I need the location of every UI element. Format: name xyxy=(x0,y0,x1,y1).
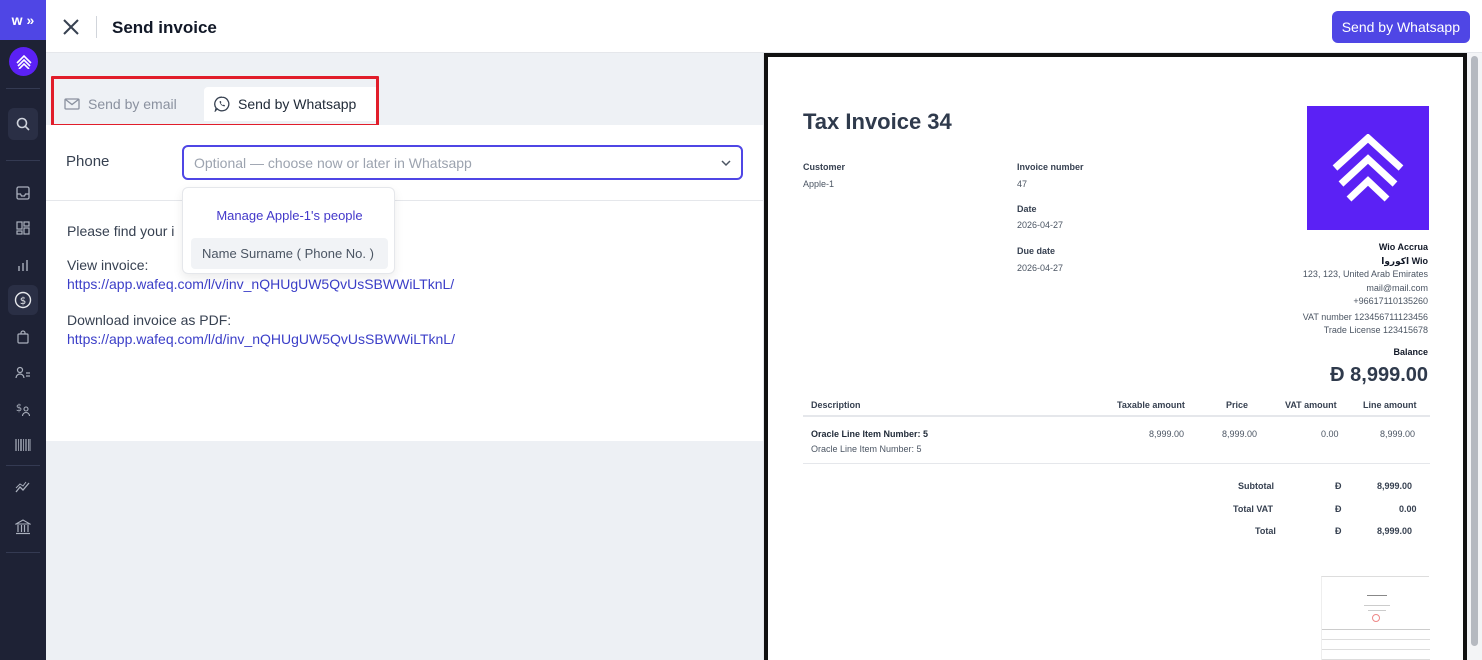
chart-icon[interactable] xyxy=(13,255,33,275)
total-vat-label: Total VAT xyxy=(1233,504,1273,514)
company-license: Trade License 123415678 xyxy=(1323,325,1428,335)
company-logo xyxy=(1307,106,1429,230)
phone-form: Phone Optional — choose now or later in … xyxy=(46,125,763,201)
total-label: Total xyxy=(1255,526,1276,536)
search-icon[interactable] xyxy=(8,108,38,140)
due-date-value: 2026-04-27 xyxy=(1017,263,1064,273)
compose-pane: Send by email Send by Whatsapp Phone Opt… xyxy=(46,53,763,660)
close-icon[interactable] xyxy=(60,16,82,38)
tab-send-by-email[interactable]: Send by email xyxy=(54,87,187,121)
company-avatar[interactable] xyxy=(9,47,38,76)
invoice-number-value: 47 xyxy=(1017,179,1028,189)
invoice-preview: Tax Invoice 34 Customer Apple-1 Invoice … xyxy=(764,53,1467,660)
barcode-icon[interactable] xyxy=(13,435,33,455)
expand-icon: » xyxy=(26,12,35,28)
rail-divider xyxy=(6,465,40,466)
phone-placeholder: Optional — choose now or later in Whatsa… xyxy=(194,155,472,171)
view-invoice-label: View invoice: xyxy=(67,257,149,273)
phone-option[interactable]: Name Surname ( Phone No. ) xyxy=(191,238,388,269)
currency-symbol: Ð xyxy=(1335,526,1342,536)
customer-value: Apple-1 xyxy=(803,179,835,189)
company-logo-icon xyxy=(15,54,32,69)
brand-mark: w xyxy=(11,12,23,28)
column-header: Price xyxy=(1226,400,1249,410)
preview-scrollbar-thumb[interactable] xyxy=(1471,56,1478,646)
company-address: 123, 123, United Arab Emirates xyxy=(1302,269,1428,279)
currency-symbol: Ð xyxy=(1335,504,1342,514)
svg-text:$: $ xyxy=(20,296,26,307)
send-by-whatsapp-button[interactable]: Send by Whatsapp xyxy=(1331,11,1470,43)
message-body[interactable]: Please find your i View invoice: https:/… xyxy=(46,201,763,441)
column-header: Taxable amount xyxy=(1117,400,1185,410)
mail-icon xyxy=(64,98,80,110)
column-header: VAT amount xyxy=(1285,400,1337,410)
tab-send-by-whatsapp[interactable]: Send by Whatsapp xyxy=(204,87,379,121)
manage-people-link[interactable]: Manage Apple-1's people xyxy=(183,208,396,223)
attachment-thumbnail xyxy=(1321,576,1430,660)
phone-dropdown-menu: Manage Apple-1's people Name Surname ( P… xyxy=(182,187,395,274)
company-name-arabic: اكوروا Wio xyxy=(1381,255,1428,266)
bag-icon[interactable] xyxy=(13,327,33,347)
tab-email-label: Send by email xyxy=(88,96,177,112)
page-header: Send invoice Send by Whatsapp xyxy=(46,0,1482,53)
payroll-icon[interactable]: $ xyxy=(13,399,33,419)
dashboard-icon[interactable] xyxy=(13,218,33,238)
tab-whatsapp-label: Send by Whatsapp xyxy=(238,96,357,112)
send-method-tabs: Send by email Send by Whatsapp xyxy=(46,53,763,127)
header-divider xyxy=(96,16,97,38)
workspace-switcher[interactable]: w » xyxy=(0,0,46,40)
subtotal-value: 8,999.00 xyxy=(1377,481,1413,491)
currency-symbol: Ð xyxy=(1335,481,1342,491)
company-phone: +96617110135260 xyxy=(1353,296,1428,306)
line-taxable-amount: 8,999.00 xyxy=(1149,429,1185,439)
company-email: mail@mail.com xyxy=(1366,282,1428,293)
line-item-name: Oracle Line Item Number: 5 xyxy=(811,429,929,439)
money-icon[interactable]: $ xyxy=(8,285,38,315)
invoice-title: Tax Invoice 34 xyxy=(803,109,952,134)
download-invoice-label: Download invoice as PDF: xyxy=(67,312,232,328)
download-invoice-link[interactable]: https://app.wafeq.com/l/d/inv_nQHUgUW5Qv… xyxy=(67,331,455,347)
phone-label: Phone xyxy=(66,153,110,170)
company-name: Wio Accrua xyxy=(1378,242,1428,252)
due-date-label: Due date xyxy=(1017,246,1056,256)
rail-divider xyxy=(6,160,40,161)
svg-text:$: $ xyxy=(16,403,22,414)
line-item-description: Oracle Line Item Number: 5 xyxy=(811,444,922,454)
invoice-number-label: Invoice number xyxy=(1017,162,1084,172)
company-logo-icon xyxy=(1332,134,1404,202)
table-row: Oracle Line Item Number: 5 Oracle Line I… xyxy=(803,419,1430,464)
line-amount: 8,999.00 xyxy=(1380,429,1416,439)
chevron-down-icon xyxy=(721,160,731,167)
total-vat-value: 0.00 xyxy=(1399,504,1417,514)
date-value: 2026-04-27 xyxy=(1017,220,1064,230)
balance-amount: Ð 8,999.00 xyxy=(1330,364,1428,386)
column-header: Line amount xyxy=(1363,400,1417,410)
company-details: Wio Accrua اكوروا Wio 123, 123, United A… xyxy=(1303,241,1428,338)
whatsapp-icon xyxy=(214,96,230,112)
app-sidebar: w » $ $ xyxy=(0,0,46,660)
rail-divider xyxy=(6,552,40,553)
date-label: Date xyxy=(1017,204,1037,214)
message-greeting: Please find your i xyxy=(67,223,175,239)
rail-divider xyxy=(6,88,40,89)
bank-icon[interactable] xyxy=(13,517,33,537)
line-price: 8,999.00 xyxy=(1222,429,1258,439)
analytics-icon[interactable] xyxy=(13,477,33,497)
column-header: Description xyxy=(811,400,861,410)
total-value: 8,999.00 xyxy=(1377,526,1413,536)
line-items-header: Description Taxable amount Price VAT amo… xyxy=(803,391,1430,417)
inbox-icon[interactable] xyxy=(13,183,33,203)
company-vat: VAT number 123456711123456 xyxy=(1302,311,1428,322)
line-vat-amount: 0.00 xyxy=(1321,429,1339,439)
page-title: Send invoice xyxy=(112,18,217,37)
subtotal-label: Subtotal xyxy=(1238,481,1274,491)
customer-label: Customer xyxy=(803,162,846,172)
view-invoice-link[interactable]: https://app.wafeq.com/l/v/inv_nQHUgUW5Qv… xyxy=(67,276,454,292)
phone-select[interactable]: Optional — choose now or later in Whatsa… xyxy=(182,145,743,180)
people-icon[interactable] xyxy=(13,363,33,383)
balance-label: Balance xyxy=(1393,347,1428,357)
